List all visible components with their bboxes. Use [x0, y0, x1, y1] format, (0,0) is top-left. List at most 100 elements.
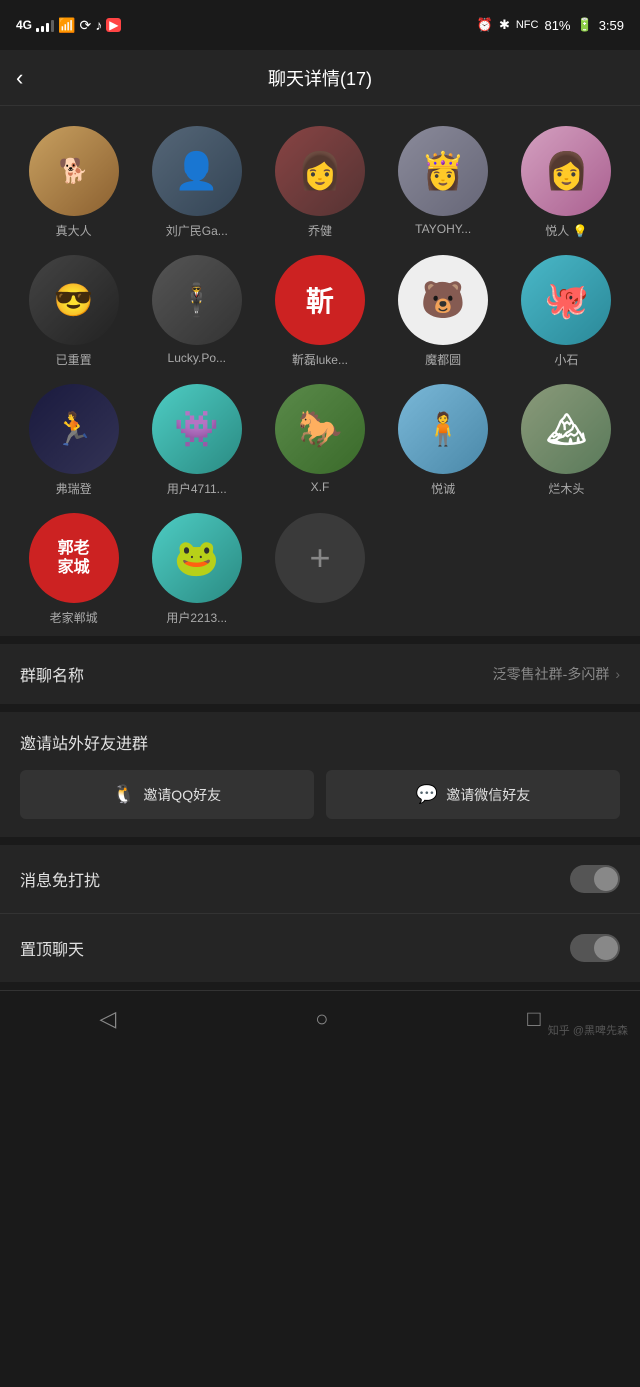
wechat-icon: 💬 [416, 784, 438, 805]
do-not-disturb-row: 消息免打扰 [0, 845, 640, 914]
pin-chat-label: 置顶聊天 [20, 936, 84, 960]
member-item[interactable]: 🐻 魔都圆 [386, 255, 501, 368]
avatar: 😎 [29, 255, 119, 345]
member-name: 悦诚 [398, 480, 488, 497]
avatar: 🐻 [398, 255, 488, 345]
member-name: 用户4711... [152, 480, 242, 497]
member-item[interactable]: 郭老家城 老家郸城 [16, 513, 131, 626]
invite-label: 邀请站外好友进群 [20, 730, 620, 754]
member-item[interactable]: 🐕 真大人 [16, 126, 131, 239]
member-name: 乔健 [275, 222, 365, 239]
avatar: 🐕 [29, 126, 119, 216]
recent-nav-button[interactable]: □ [527, 1006, 540, 1032]
invite-section: 邀请站外好友进群 🐧 邀请QQ好友 💬 邀请微信好友 [0, 712, 640, 837]
member-name: 小石 [521, 351, 611, 368]
avatar: 🧍 [398, 384, 488, 474]
avatar: 👩 [521, 126, 611, 216]
member-name: 魔都圆 [398, 351, 488, 368]
status-left: 4G 📶 ⟳ ♪ ▶ [16, 17, 121, 34]
alarm-icon: ⏰ [477, 17, 493, 33]
battery-level: 81% [544, 18, 570, 33]
home-nav-button[interactable]: ○ [315, 1006, 328, 1032]
invite-wechat-label: 邀请微信好友 [446, 785, 530, 805]
avatar: 🏃 [29, 384, 119, 474]
plus-icon: + [309, 537, 330, 579]
member-name: Lucky.Po... [152, 351, 242, 365]
network-type: 4G [16, 18, 32, 32]
invite-buttons: 🐧 邀请QQ好友 💬 邀请微信好友 [20, 770, 620, 819]
avatar: 🏔 [521, 384, 611, 474]
page-title: 聊天详情(17) [268, 65, 372, 91]
member-item[interactable]: 👸 TAYOHY... [386, 126, 501, 239]
avatar: 🕴 [152, 255, 242, 345]
members-section: 🐕 真大人 👤 刘广民Ga... 👩 乔健 👸 TAYOH [0, 106, 640, 636]
bluetooth-icon: ✱ [499, 17, 510, 33]
member-name: TAYOHY... [398, 222, 488, 236]
nfc-icon: NFC [516, 19, 539, 31]
invite-qq-label: 邀请QQ好友 [143, 785, 221, 805]
member-name: 真大人 [29, 222, 119, 239]
member-name: 烂木头 [521, 480, 611, 497]
member-item[interactable]: 👾 用户4711... [139, 384, 254, 497]
members-grid: 🐕 真大人 👤 刘广民Ga... 👩 乔健 👸 TAYOH [16, 126, 624, 626]
member-item[interactable]: 😎 已重置 [16, 255, 131, 368]
member-item[interactable]: 🐙 小石 [509, 255, 624, 368]
member-name: 靳磊luke... [275, 351, 365, 368]
status-right: ⏰ ✱ NFC 81% 🔋 3:59 [477, 17, 624, 33]
status-bar: 4G 📶 ⟳ ♪ ▶ ⏰ ✱ NFC 81% 🔋 3:59 [0, 0, 640, 50]
member-name: 悦人 💡 [521, 222, 611, 239]
avatar: 🐙 [521, 255, 611, 345]
member-name: 弗瑞登 [29, 480, 119, 497]
member-item[interactable]: 🐸 用户2213... [139, 513, 254, 626]
watermark: 知乎 @黑啤先森 [548, 1022, 628, 1038]
do-not-disturb-toggle[interactable] [570, 865, 620, 893]
tiktok-icon: ♪ [95, 17, 102, 33]
invite-qq-button[interactable]: 🐧 邀请QQ好友 [20, 770, 314, 819]
avatar: 👩 [275, 126, 365, 216]
group-name-value: 泛零售社群-多闪群 › [493, 664, 620, 684]
back-nav-button[interactable]: ◁ [99, 1006, 116, 1032]
add-member-label [275, 609, 365, 626]
pin-chat-toggle[interactable] [570, 934, 620, 962]
member-item[interactable]: 👩 悦人 💡 [509, 126, 624, 239]
group-name-label: 群聊名称 [20, 662, 84, 686]
chevron-right-icon: › [615, 666, 620, 682]
member-name: 老家郸城 [29, 609, 119, 626]
member-name: 刘广民Ga... [152, 222, 242, 239]
clock: 3:59 [599, 18, 624, 33]
member-item[interactable]: 👩 乔健 [262, 126, 377, 239]
avatar: 👾 [152, 384, 242, 474]
invite-wechat-button[interactable]: 💬 邀请微信好友 [326, 770, 620, 819]
group-name-section: 群聊名称 泛零售社群-多闪群 › [0, 644, 640, 704]
avatar: 🐎 [275, 384, 365, 474]
add-member-button[interactable]: + [275, 513, 365, 603]
toggle-knob [594, 867, 618, 891]
battery-icon: 🔋 [577, 17, 593, 33]
avatar: 🐸 [152, 513, 242, 603]
add-member-item[interactable]: + [262, 513, 377, 626]
member-item[interactable]: 🧍 悦诚 [386, 384, 501, 497]
member-name: 已重置 [29, 351, 119, 368]
wifi-icon: 📶 [58, 17, 75, 34]
signal-icon [36, 18, 54, 32]
toggle-knob [594, 936, 618, 960]
member-item[interactable]: 靳 靳磊luke... [262, 255, 377, 368]
avatar: 靳 [275, 255, 365, 345]
group-name-row[interactable]: 群聊名称 泛零售社群-多闪群 › [0, 644, 640, 704]
main-content: 🐕 真大人 👤 刘广民Ga... 👩 乔健 👸 TAYOH [0, 106, 640, 982]
member-item[interactable]: 🏃 弗瑞登 [16, 384, 131, 497]
member-item[interactable]: 🕴 Lucky.Po... [139, 255, 254, 368]
bottom-nav: ◁ ○ □ 知乎 @黑啤先森 [0, 990, 640, 1046]
settings-section: 消息免打扰 置顶聊天 [0, 845, 640, 982]
member-item[interactable]: 👤 刘广民Ga... [139, 126, 254, 239]
avatar: 郭老家城 [29, 513, 119, 603]
back-button[interactable]: ‹ [16, 65, 23, 91]
do-not-disturb-label: 消息免打扰 [20, 867, 100, 891]
member-item[interactable]: 🏔 烂木头 [509, 384, 624, 497]
pin-chat-row: 置顶聊天 [0, 914, 640, 982]
qq-icon: 🐧 [113, 784, 135, 805]
sync-icon: ⟳ [79, 17, 91, 34]
app-icon: ▶ [106, 18, 121, 32]
member-item[interactable]: 🐎 X.F [262, 384, 377, 497]
header: ‹ 聊天详情(17) [0, 50, 640, 106]
